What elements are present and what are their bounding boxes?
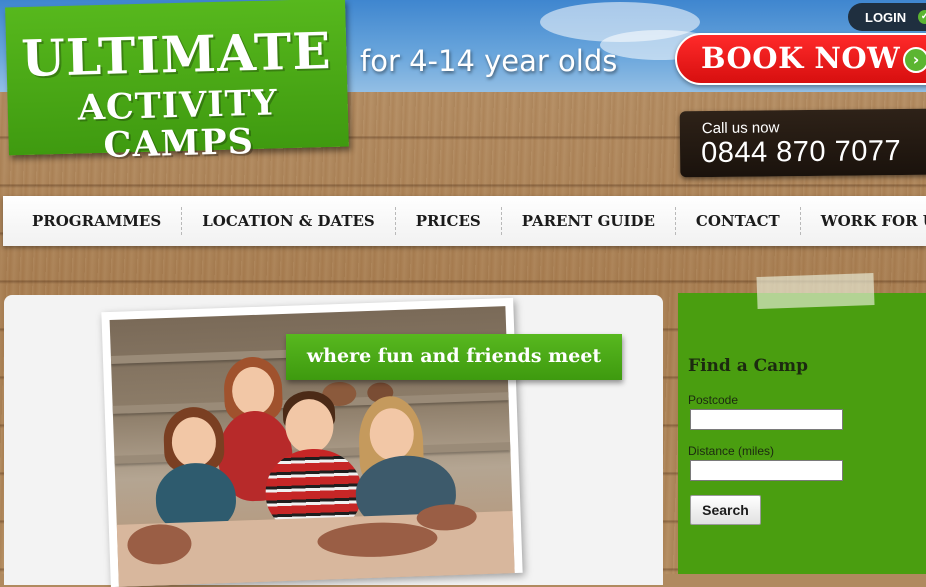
nav-item-prices[interactable]: PRICES [394,207,501,235]
nav-item-contact[interactable]: CONTACT [674,207,800,235]
hero-banner: where fun and friends meet [286,334,622,380]
tape-decoration [756,272,875,310]
phone-number[interactable]: 0844 870 7077 [701,135,901,170]
search-button[interactable]: Search [690,495,761,525]
nav-item-parent-guide[interactable]: PARENT GUIDE [500,207,675,235]
nav-item-location-dates[interactable]: LOCATION & DATES [181,207,395,235]
tagline: for 4-14 year olds [360,44,618,78]
nav-item-programmes[interactable]: PROGRAMMES [3,207,181,235]
nav-item-work-for-us[interactable]: WORK FOR US [799,207,926,235]
call-us-box: Call us now 0844 870 7077 [679,108,926,178]
check-icon: ✓ [918,10,926,24]
chevron-right-icon: › [903,47,926,73]
distance-input[interactable] [690,460,843,481]
book-now-button[interactable]: BOOK NOW › [675,33,926,85]
login-label: LOGIN [865,10,907,25]
find-camp-panel: Find a Camp Postcode Distance (miles) Se… [678,293,926,574]
distance-label: Distance (miles) [688,444,775,458]
login-button[interactable]: LOGIN ✓ [848,3,926,31]
book-now-label: BOOK NOW [701,41,901,75]
find-camp-title: Find a Camp [688,356,809,376]
logo-line-1: ULTIMATE [20,20,333,89]
postcode-input[interactable] [690,409,843,430]
main-navigation: PROGRAMMES LOCATION & DATES PRICES PAREN… [3,196,926,246]
logo-line-2: ACTIVITY CAMPS [77,82,279,166]
call-us-label: Call us now [701,119,780,138]
postcode-label: Postcode [688,393,739,407]
site-logo[interactable]: ULTIMATE ACTIVITY CAMPS [5,0,349,166]
